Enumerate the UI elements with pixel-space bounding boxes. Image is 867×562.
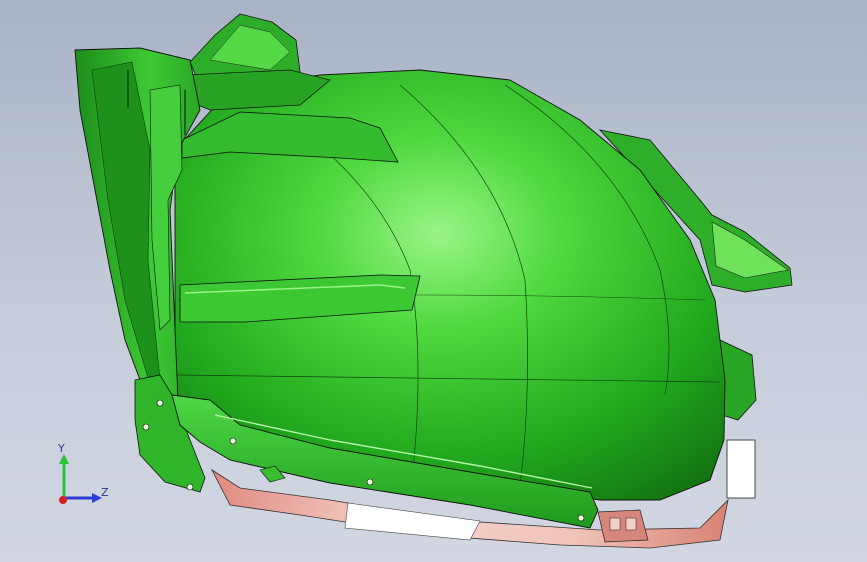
mounting-hole-1 bbox=[142, 423, 150, 431]
rim-hole-2 bbox=[366, 478, 374, 486]
rim-hole-1 bbox=[229, 437, 237, 445]
y-axis-arrowhead bbox=[59, 454, 69, 464]
3d-model-render[interactable] bbox=[0, 0, 867, 562]
bottom-clip-slot-1 bbox=[609, 517, 621, 531]
underside-white-panel bbox=[344, 502, 481, 541]
z-axis-label: Z bbox=[101, 486, 109, 499]
bottom-clip-slot-2 bbox=[625, 517, 637, 531]
graphics-viewport[interactable]: Y Z bbox=[0, 0, 867, 562]
x-axis-dot bbox=[59, 496, 67, 504]
mounting-hole-2 bbox=[156, 399, 164, 407]
bottom-clip bbox=[597, 509, 649, 543]
y-axis-label: Y bbox=[58, 442, 65, 455]
white-plate-right bbox=[726, 439, 756, 499]
mounting-hole-3 bbox=[186, 483, 194, 491]
rim-hole-3 bbox=[577, 514, 585, 522]
